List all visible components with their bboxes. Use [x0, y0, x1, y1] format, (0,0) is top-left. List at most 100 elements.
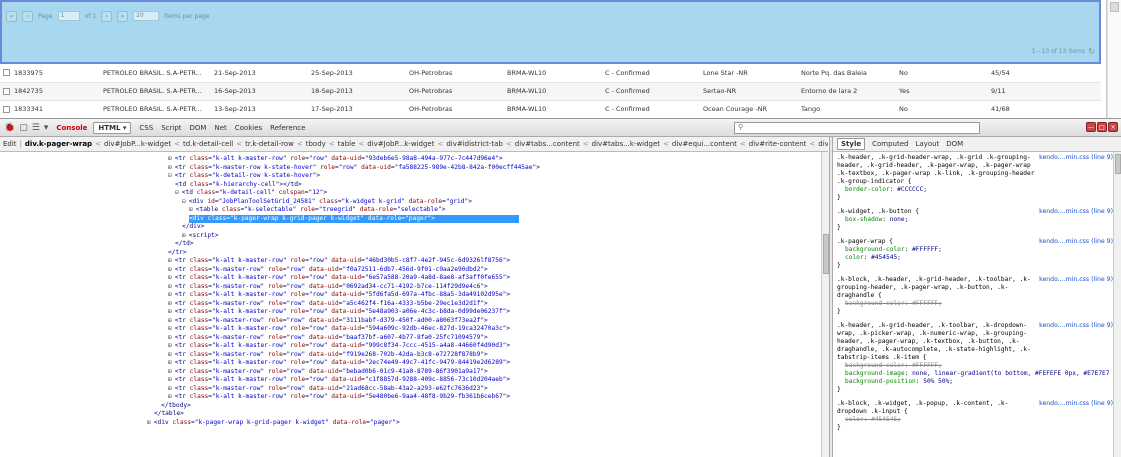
- page-input[interactable]: 1: [57, 11, 80, 21]
- css-declaration[interactable]: background-color: #FFFFFF;: [837, 246, 1113, 254]
- tab-html[interactable]: HTML ▾: [93, 121, 132, 134]
- style-panel-scrollbar[interactable]: [1113, 152, 1121, 457]
- table-row[interactable]: 1833975 PETROLEO BRASIL. S.A-PETR... 21-Se…: [0, 64, 1101, 83]
- expand-toggle-icon[interactable]: ⊞: [168, 351, 172, 358]
- expand-toggle-icon[interactable]: ⊞: [182, 232, 186, 239]
- html-node[interactable]: ⊞ <tr class="k-alt k-master-row" role="ro…: [168, 325, 510, 333]
- html-node[interactable]: ⊞ <tr class="k-alt k-master-row" role="ro…: [168, 376, 510, 384]
- tab-script[interactable]: Script: [161, 124, 181, 132]
- html-node[interactable]: ⊞ <tr class="k-master-row" role="row" dat…: [168, 300, 488, 308]
- row-checkbox[interactable]: [3, 105, 10, 113]
- expand-toggle-icon[interactable]: ⊞: [168, 334, 172, 341]
- css-source-link[interactable]: kendo....min.css (line 9): [1039, 276, 1113, 284]
- table-row[interactable]: 1833341 PETROLEO BRASIL. S.A-PETR... 13-Se…: [0, 100, 1101, 119]
- expand-toggle-icon[interactable]: ⊞: [168, 155, 172, 162]
- html-node[interactable]: ⊞ <tr class="k-alt k-master-row" role="ro…: [168, 274, 510, 282]
- breadcrumb-item[interactable]: div#tabs...content: [515, 140, 580, 148]
- html-node[interactable]: ⊟ <tr class="k-detail-row k-state-hover">: [168, 172, 320, 180]
- detach-icon[interactable]: □: [1097, 122, 1107, 132]
- expand-toggle-icon[interactable]: ⊞: [189, 206, 193, 213]
- html-node[interactable]: </table>: [154, 410, 184, 418]
- last-page-button[interactable]: »: [117, 10, 129, 22]
- breadcrumb-item[interactable]: div.row: [818, 140, 828, 148]
- expand-toggle-icon[interactable]: ⊞: [168, 164, 172, 171]
- breadcrumb-item[interactable]: Edit: [3, 140, 17, 148]
- scrollbar-thumb[interactable]: [1110, 2, 1119, 12]
- html-node[interactable]: ⊞ <tr class="k-master-row" role="row" dat…: [168, 266, 488, 274]
- html-node[interactable]: ⊞ <tr class="k-alt k-master-row" role="ro…: [168, 393, 510, 401]
- html-node[interactable]: ⊞ <tr class="k-master-row" role="row" dat…: [168, 385, 488, 393]
- row-checkbox[interactable]: [3, 69, 10, 77]
- expand-toggle-icon[interactable]: ⊞: [168, 317, 172, 324]
- row-checkbox[interactable]: [3, 87, 10, 95]
- css-declaration[interactable]: color: #454545;: [837, 416, 1113, 424]
- html-node[interactable]: ⊞ <tr class="k-master-row" role="row" dat…: [168, 317, 488, 325]
- html-node[interactable]: ⊞ <tr class="k-master-row" role="row" dat…: [168, 334, 488, 342]
- breadcrumb-item[interactable]: div#equi...content: [672, 140, 737, 148]
- breadcrumb-item[interactable]: div.k-pager-wrap: [25, 140, 92, 148]
- css-declaration[interactable]: color: #454545;: [837, 254, 1113, 262]
- tab-reference[interactable]: Reference: [270, 124, 305, 132]
- expand-toggle-icon[interactable]: ⊞: [147, 419, 151, 426]
- minimize-icon[interactable]: —: [1086, 122, 1096, 132]
- selected-node[interactable]: <div class="k-pager-wrap k-grid-pager k-…: [189, 214, 519, 223]
- html-node[interactable]: ⊞ <tr class="k-alt k-master-row" role="ro…: [168, 342, 510, 350]
- html-node[interactable]: ⊞ <tr class="k-master-row" role="row" dat…: [168, 283, 488, 291]
- html-node[interactable]: ⊞ <tr class="k-master-row k-state-hover" …: [168, 164, 540, 172]
- refresh-icon[interactable]: ↻: [1088, 47, 1095, 56]
- page-size-select[interactable]: 20: [133, 11, 160, 21]
- table-row[interactable]: 1842735 PETROLEO BRASIL. S.A-PETR... 16-Se…: [0, 82, 1101, 101]
- css-source-link[interactable]: kendo....min.css (line 9): [1039, 154, 1113, 162]
- html-node[interactable]: ⊞ <tr class="k-alt k-master-row" role="ro…: [168, 155, 503, 163]
- expand-toggle-icon[interactable]: ⊞: [168, 342, 172, 349]
- html-node[interactable]: </td>: [175, 240, 194, 248]
- breadcrumb-item[interactable]: div#JobP...k-widget: [367, 140, 434, 148]
- expand-toggle-icon[interactable]: ⊞: [168, 291, 172, 298]
- html-node[interactable]: ⊞ <tr class="k-alt k-master-row" role="ro…: [168, 308, 510, 316]
- html-node[interactable]: </div>: [182, 223, 204, 231]
- css-source-link[interactable]: kendo....min.css (line 9): [1039, 208, 1113, 216]
- html-node[interactable]: ⊞ <script>: [182, 232, 219, 240]
- css-declaration[interactable]: background-color: #FFFFFF;: [837, 362, 1113, 370]
- dropdown-icon[interactable]: ▾: [44, 121, 49, 134]
- html-node[interactable]: ⊟ <div id="JobPlanToolSetGrid_24581" clas…: [182, 198, 472, 206]
- breadcrumb-item[interactable]: tr.k-detail-row: [245, 140, 294, 148]
- css-source-link[interactable]: kendo....min.css (line 9): [1039, 322, 1113, 330]
- expand-toggle-icon[interactable]: ⊟: [168, 172, 172, 179]
- grid-scrollbar[interactable]: [1107, 0, 1121, 118]
- tab-console[interactable]: Console: [56, 124, 87, 132]
- html-node[interactable]: ⊞ <table class="k-selectable" role="treeg…: [189, 206, 445, 214]
- html-node[interactable]: ⊞ <tr class="k-master-row" role="row" dat…: [168, 368, 488, 376]
- html-node[interactable]: ⊟ <td class="k-detail-cell" colspan="12">: [175, 189, 327, 197]
- expand-toggle-icon[interactable]: ⊞: [168, 274, 172, 281]
- breadcrumb-item[interactable]: div#JobP...k-widget: [104, 140, 171, 148]
- breadcrumb-item[interactable]: div#rite-content: [749, 140, 807, 148]
- search-input[interactable]: ⚲: [734, 122, 980, 134]
- css-source-link[interactable]: kendo....min.css (line 9): [1039, 400, 1113, 408]
- first-page-button[interactable]: «: [6, 10, 17, 22]
- breadcrumb-item[interactable]: div#idistrict-tab: [446, 140, 503, 148]
- expand-toggle-icon[interactable]: ⊞: [168, 385, 172, 392]
- html-node[interactable]: ⊞ <div class="k-pager-wrap k-grid-pager k…: [147, 419, 400, 427]
- html-panel-scrollbar[interactable]: [821, 152, 829, 457]
- scrollbar-thumb[interactable]: [1115, 154, 1121, 174]
- html-node[interactable]: ⊞ <tr class="k-master-row" role="row" dat…: [168, 351, 488, 359]
- html-node[interactable]: <td class="k-hierarchy-cell"></td>: [175, 181, 302, 189]
- html-node[interactable]: </tr>: [168, 249, 187, 257]
- breadcrumb-item[interactable]: table: [338, 140, 356, 148]
- menu-icon[interactable]: ☰: [32, 121, 40, 134]
- expand-toggle-icon[interactable]: ⊟: [182, 198, 186, 205]
- css-declaration[interactable]: background-position: 50% 50%;: [837, 378, 1113, 386]
- close-icon[interactable]: ×: [1108, 122, 1118, 132]
- inspect-icon[interactable]: ▢: [19, 121, 28, 134]
- breadcrumb-item[interactable]: td.k-detail-cell: [183, 140, 233, 148]
- expand-toggle-icon[interactable]: ⊞: [168, 376, 172, 383]
- expand-toggle-icon[interactable]: ⊞: [168, 300, 172, 307]
- expand-toggle-icon[interactable]: ⊞: [168, 257, 172, 264]
- css-declaration[interactable]: background-color: #FFFFFF;: [837, 300, 1113, 308]
- prev-page-button[interactable]: ‹: [22, 10, 33, 22]
- html-node[interactable]: ⊞ <tr class="k-alt k-master-row" role="ro…: [168, 359, 510, 367]
- html-node[interactable]: </tbody>: [161, 402, 191, 410]
- html-node[interactable]: ⊞ <tr class="k-alt k-master-row" role="ro…: [168, 257, 510, 265]
- next-page-button[interactable]: ›: [101, 10, 113, 22]
